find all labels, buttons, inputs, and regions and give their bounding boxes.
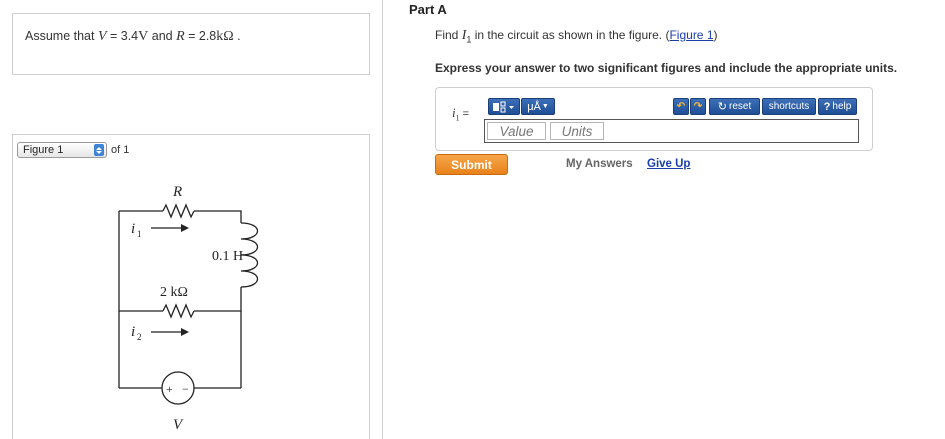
answer-box: i1 = μÅ ▼ ↶ ↷ ↻ reset shortcuts ? help Valu… [435,87,873,151]
label-i2-sub: 2 [137,332,142,342]
value-r: = 2.8 [184,29,217,43]
label-r: R [172,184,182,200]
units-input[interactable]: Units [550,122,604,140]
redo-button[interactable]: ↷ [690,98,706,115]
help-label: help [832,101,852,112]
var-r: R [176,29,185,44]
shortcuts-button[interactable]: shortcuts [762,98,816,115]
given-lead: Assume that [25,29,98,43]
unit-v: V [138,29,149,44]
reset-label: reset [728,101,752,112]
label-v: V [173,417,184,433]
undo-icon: ↶ [676,101,686,112]
label-i1-sub: 1 [137,229,142,239]
reset-button[interactable]: ↻ reset [709,98,760,115]
resistor-2k [162,303,195,319]
prompt-mid: in the circuit as shown in the figure. ( [471,28,670,42]
prompt-lead: Find [435,28,462,42]
units-button-label: μÅ [527,100,541,113]
left-panel: Assume that V = 3.4V and R = 2.8kΩ . Fig… [0,0,383,439]
help-icon: ? [823,100,831,113]
reset-icon: ↻ [717,101,727,113]
give-up-link[interactable]: Give Up [647,158,690,170]
unit-r: kΩ [216,29,234,44]
given-end: . [233,29,241,43]
given-values-text: Assume that V = 3.4V and R = 2.8kΩ . [25,29,241,45]
my-answers-label: My Answers [566,158,633,170]
label-2k: 2 kΩ [160,285,188,300]
label-minus: − [182,382,189,396]
redo-icon: ↷ [693,101,703,112]
arrowhead-i1 [181,224,189,232]
circuit-diagram: R i 1 0.1 H 2 kΩ i 2 + − V [118,184,259,433]
figure-panel: Figure 1 of 1 R i 1 0.1 H 2 kΩ i 2 + − V [12,134,370,439]
label-inductor: 0.1 H [212,249,243,264]
resistor-r [162,203,195,219]
arrowhead-i2 [181,328,189,336]
shortcuts-label: shortcuts [768,101,810,112]
answer-label-eq: = [459,108,470,120]
prompt-end: ) [713,28,718,42]
answer-input-row: Value Units [484,119,859,143]
chevron-down-icon: ▼ [541,103,549,110]
inductor [240,222,259,288]
value-v: = 3.4 [106,29,139,43]
figure-link[interactable]: Figure 1 [669,28,713,42]
mid-wire-right [194,287,242,312]
undo-button[interactable]: ↶ [673,98,689,115]
part-title: Part A [409,2,447,17]
templates-button[interactable] [488,98,520,115]
answer-label: i1 = [452,105,469,123]
label-plus: + [166,382,173,396]
given-and: and [148,29,177,43]
top-wire-right [194,210,242,223]
templates-icon [493,101,514,112]
units-button[interactable]: μÅ ▼ [521,98,555,115]
label-i2: i [131,324,135,340]
var-v: V [97,29,107,44]
label-i1: i [131,221,135,237]
given-values-box: Assume that V = 3.4V and R = 2.8kΩ . [12,13,370,75]
submit-button[interactable]: Submit [435,154,508,175]
question-prompt: Find I1 in the circuit as shown in the f… [435,28,718,44]
help-button[interactable]: ? help [818,98,857,115]
answer-instruction: Express your answer to two significant f… [435,61,898,75]
value-input[interactable]: Value [487,122,546,140]
